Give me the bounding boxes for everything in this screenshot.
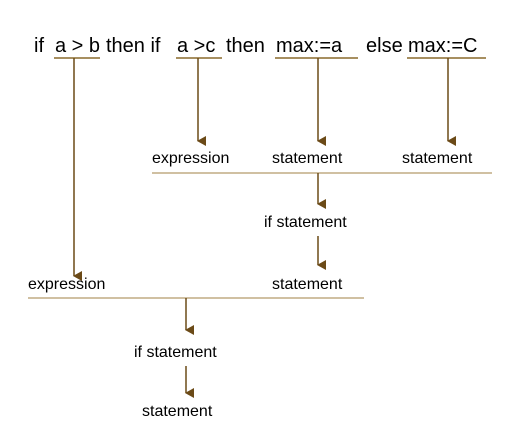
condition-a-gt-c: a >c — [177, 35, 215, 57]
parse-tree-svg: if a > b then if a >c then max:=a else m… — [28, 35, 492, 420]
node-statement-inner-result: statement — [272, 276, 343, 293]
node-if-statement-inner: if statement — [264, 214, 347, 231]
parse-tree-diagram: if a > b then if a >c then max:=a else m… — [0, 0, 510, 430]
node-expression-outer: expression — [28, 276, 105, 293]
node-expression-inner: expression — [152, 150, 229, 167]
node-statement-inner-1: statement — [272, 150, 343, 167]
statement-max-c: max:=C — [408, 35, 477, 57]
keyword-else: else — [366, 35, 403, 57]
keyword-then: then — [226, 35, 265, 57]
statement-max-a: max:=a — [276, 35, 343, 57]
node-statement-final: statement — [142, 403, 213, 420]
condition-a-gt-b: a > b — [55, 35, 100, 57]
keyword-if: if — [34, 35, 44, 57]
keyword-then-if: then if — [106, 35, 161, 57]
node-statement-inner-2: statement — [402, 150, 473, 167]
node-if-statement-outer: if statement — [134, 344, 217, 361]
